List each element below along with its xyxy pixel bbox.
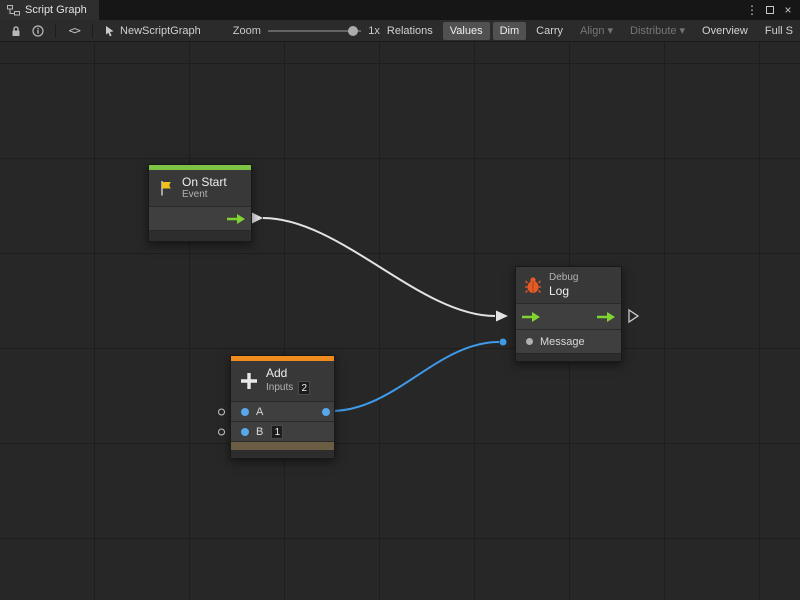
wire-onstart-to-debuglog[interactable] <box>263 218 495 316</box>
flow-input-port[interactable] <box>521 311 541 323</box>
input-port-b[interactable] <box>241 428 249 436</box>
maximize-box <box>766 6 774 14</box>
zoom-slider[interactable] <box>268 24 361 38</box>
node-header[interactable]: Add Inputs 2 <box>231 361 334 401</box>
inputs-count-field[interactable]: 2 <box>298 381 310 395</box>
toolbar: <> NewScriptGraph Zoom 1x Relations Valu… <box>0 20 800 42</box>
input-row-b: B 1 <box>231 421 334 441</box>
tab-title: Script Graph <box>25 4 87 16</box>
graph-name: NewScriptGraph <box>120 25 201 37</box>
node-on-start[interactable]: On Start Event <box>148 164 252 242</box>
tab-script-graph[interactable]: Script Graph <box>0 0 99 20</box>
unconnected-flow-indicator[interactable] <box>629 310 638 322</box>
unconnected-port-ring[interactable] <box>218 408 225 415</box>
chevron-down-icon: ▾ <box>608 24 614 37</box>
graph-canvas[interactable]: On Start Event Debug Log <box>0 42 800 600</box>
node-accent-strip <box>231 441 334 450</box>
chevron-down-icon: ▾ <box>680 24 686 37</box>
unconnected-port-ring[interactable] <box>218 428 225 435</box>
pointer-icon <box>104 25 115 37</box>
zoom-track <box>268 30 361 32</box>
maximize-icon[interactable] <box>762 0 778 20</box>
dim-button[interactable]: Dim <box>493 22 527 40</box>
node-category: Debug <box>549 272 578 284</box>
values-button[interactable]: Values <box>443 22 490 40</box>
port-b-label: B <box>256 426 263 438</box>
port-a-label: A <box>256 406 263 418</box>
lock-icon[interactable] <box>7 22 25 40</box>
flow-output-port[interactable] <box>226 213 246 225</box>
info-icon[interactable] <box>29 22 47 40</box>
distribute-button[interactable]: Distribute ▾ <box>623 21 692 40</box>
code-icon[interactable]: <> <box>65 22 83 40</box>
node-type-label: Event <box>182 189 227 201</box>
flow-port-row <box>149 206 251 230</box>
node-footer <box>149 230 251 241</box>
zoom-handle[interactable] <box>348 26 358 36</box>
inputs-label: Inputs <box>266 382 293 394</box>
titlebar: Script Graph ⋮ × <box>0 0 800 20</box>
wire-end-arrowhead <box>496 311 508 322</box>
menu-icon[interactable]: ⋮ <box>744 0 760 20</box>
align-button[interactable]: Align ▾ <box>573 21 620 40</box>
plus-icon <box>239 371 259 391</box>
node-title: On Start <box>182 175 227 189</box>
flow-port-row <box>516 303 621 329</box>
wire-add-to-message[interactable] <box>331 342 499 411</box>
script-graph-icon <box>7 5 20 16</box>
message-label: Message <box>540 336 585 348</box>
carry-button[interactable]: Carry <box>529 22 570 40</box>
distribute-label: Distribute <box>630 25 676 37</box>
wire-end-dot <box>500 339 507 346</box>
node-footer <box>231 450 334 458</box>
toolbar-separator <box>55 24 56 38</box>
message-port-row: Message <box>516 329 621 353</box>
node-title: Log <box>549 284 578 298</box>
node-title: Add <box>266 366 310 380</box>
relations-button[interactable]: Relations <box>380 22 440 40</box>
sum-output-port[interactable] <box>322 408 330 416</box>
flag-icon <box>157 179 175 197</box>
node-header[interactable]: On Start Event <box>149 170 251 206</box>
zoom-label: Zoom <box>233 25 261 37</box>
b-value-field[interactable]: 1 <box>271 425 283 439</box>
bug-icon <box>524 276 542 294</box>
window-controls: ⋮ × <box>744 0 800 20</box>
input-row-a: A <box>231 401 334 421</box>
connections-layer <box>0 42 800 600</box>
wire-start-arrowhead <box>252 213 263 224</box>
flow-output-port[interactable] <box>596 311 616 323</box>
node-debug-log[interactable]: Debug Log Message <box>515 266 622 362</box>
fullscreen-button[interactable]: Full S <box>758 22 800 40</box>
toolbar-separator <box>92 24 93 38</box>
node-header[interactable]: Debug Log <box>516 267 621 303</box>
node-add[interactable]: Add Inputs 2 A B 1 <box>230 355 335 459</box>
align-label: Align <box>580 25 604 37</box>
input-port-a[interactable] <box>241 408 249 416</box>
close-icon[interactable]: × <box>780 0 796 20</box>
node-footer <box>516 353 621 361</box>
overview-button[interactable]: Overview <box>695 22 755 40</box>
zoom-value: 1x <box>368 25 380 37</box>
graph-reference[interactable]: NewScriptGraph <box>104 25 201 37</box>
toolbar-buttons: Relations Values Dim Carry Align ▾ Distr… <box>380 21 800 40</box>
message-input-port[interactable] <box>526 338 533 345</box>
